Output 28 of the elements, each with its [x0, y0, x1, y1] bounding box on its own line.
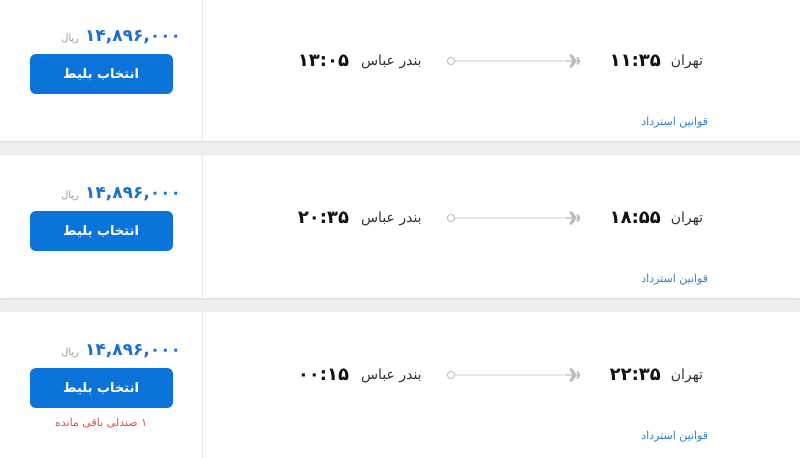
- origin-city: تهران: [670, 52, 703, 68]
- select-ticket-button[interactable]: انتخاب بلیط: [30, 211, 172, 251]
- select-ticket-button[interactable]: انتخاب بلیط: [30, 368, 172, 408]
- arrival-time: ۲۰:۳۵: [298, 207, 349, 228]
- refund-rules-link[interactable]: قوانین استرداد: [641, 272, 708, 285]
- departure-time: ۲۲:۳۵: [610, 364, 661, 385]
- ticket-price: ۱۴,۸۹۶,۰۰۰: [85, 340, 181, 360]
- departure-time: ۱۱:۳۵: [610, 50, 661, 71]
- currency-label: ریال: [61, 190, 79, 201]
- origin-city: تهران: [670, 366, 703, 382]
- arrival-time: ۱۳:۰۵: [298, 50, 349, 71]
- plane-icon: [564, 368, 580, 382]
- arrival-time: ۰۰:۱۵: [298, 364, 349, 385]
- refund-rules-link[interactable]: قوانین استرداد: [641, 115, 708, 128]
- currency-label: ریال: [61, 33, 79, 44]
- plane-icon: [564, 54, 580, 68]
- origin-city: تهران: [670, 210, 703, 226]
- destination-city: بندر عباس: [360, 52, 422, 68]
- ticket-price: ۱۴,۸۹۶,۰۰۰: [85, 26, 181, 46]
- ticket-price: ۱۴,۸۹۶,۰۰۰: [85, 183, 181, 203]
- refund-rules-link[interactable]: قوانین استرداد: [641, 429, 708, 442]
- departure-time: ۱۸:۵۵: [610, 207, 661, 228]
- seats-left-note: ۱ صندلی باقی مانده: [54, 416, 148, 429]
- plane-icon: [564, 210, 580, 224]
- currency-label: ریال: [61, 347, 79, 358]
- destination-city: بندر عباس: [360, 210, 422, 226]
- destination-city: بندر عباس: [360, 366, 422, 382]
- select-ticket-button[interactable]: انتخاب بلیط: [30, 54, 172, 94]
